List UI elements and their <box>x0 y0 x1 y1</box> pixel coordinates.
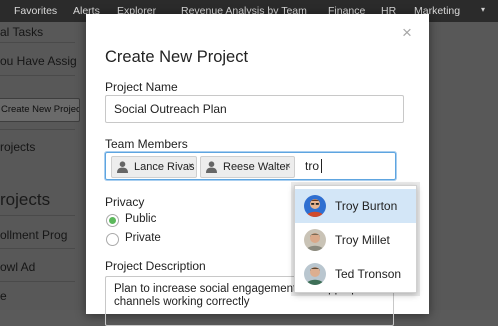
privacy-private-label[interactable]: Private <box>125 232 161 244</box>
avatar <box>304 263 326 285</box>
bg-heading-projects: rojects <box>0 190 51 209</box>
close-icon[interactable]: × <box>402 24 412 41</box>
project-name-input[interactable]: Social Outreach Plan <box>105 95 404 123</box>
user-icon <box>206 161 217 173</box>
bg-divider <box>0 215 75 216</box>
bg-row-projects: rojects <box>0 140 36 154</box>
team-members-input[interactable]: Lance Rivas × Reese Walter × tro <box>105 152 396 180</box>
privacy-public-radio[interactable] <box>106 214 119 227</box>
member-search-query[interactable]: tro <box>305 153 319 179</box>
member-tag-label: Lance Rivas <box>134 161 195 173</box>
bg-divider <box>0 129 75 130</box>
bg-row-bowl: owl Ad <box>0 260 36 274</box>
bg-divider <box>0 248 75 249</box>
remove-member-icon[interactable]: × <box>188 157 194 177</box>
bg-divider <box>0 281 75 282</box>
remove-member-icon[interactable]: × <box>285 157 291 177</box>
bg-row-tasks: al Tasks <box>0 25 44 39</box>
user-icon <box>117 161 128 173</box>
suggestion-label: Ted Tronson <box>335 267 402 281</box>
bg-create-new-project-button: Create New Projec <box>0 98 80 122</box>
project-description-label: Project Description <box>105 259 206 273</box>
team-members-label: Team Members <box>105 137 188 151</box>
avatar <box>304 229 326 251</box>
member-suggestions-dropdown: Troy Burton Troy Millet Ted Tronson <box>294 185 417 293</box>
member-tag: Reese Walter × <box>200 156 295 178</box>
text-caret <box>321 159 322 173</box>
chevron-down-icon[interactable]: ▾ <box>481 5 485 14</box>
member-tag: Lance Rivas × <box>111 156 197 178</box>
bg-row-assigned: ou Have Assig <box>0 54 77 68</box>
modal-title: Create New Project <box>105 48 249 66</box>
suggestion-item[interactable]: Troy Burton <box>295 189 416 223</box>
suggestion-item[interactable]: Troy Millet <box>295 223 416 257</box>
suggestion-label: Troy Millet <box>335 233 390 247</box>
privacy-public-label[interactable]: Public <box>125 213 156 225</box>
nav-item-favorites[interactable]: Favorites <box>14 5 57 17</box>
bg-row-enrollment: ollment Prog <box>0 228 68 242</box>
member-tag-label: Reese Walter <box>223 161 290 173</box>
bg-divider <box>0 75 75 76</box>
suggestion-label: Troy Burton <box>335 199 398 213</box>
privacy-private-radio[interactable] <box>106 233 119 246</box>
bg-row-e: e <box>0 289 7 303</box>
avatar <box>304 195 326 217</box>
privacy-label: Privacy <box>105 195 145 209</box>
bg-divider <box>0 42 75 43</box>
suggestion-item[interactable]: Ted Tronson <box>295 257 416 291</box>
project-name-label: Project Name <box>105 80 178 94</box>
